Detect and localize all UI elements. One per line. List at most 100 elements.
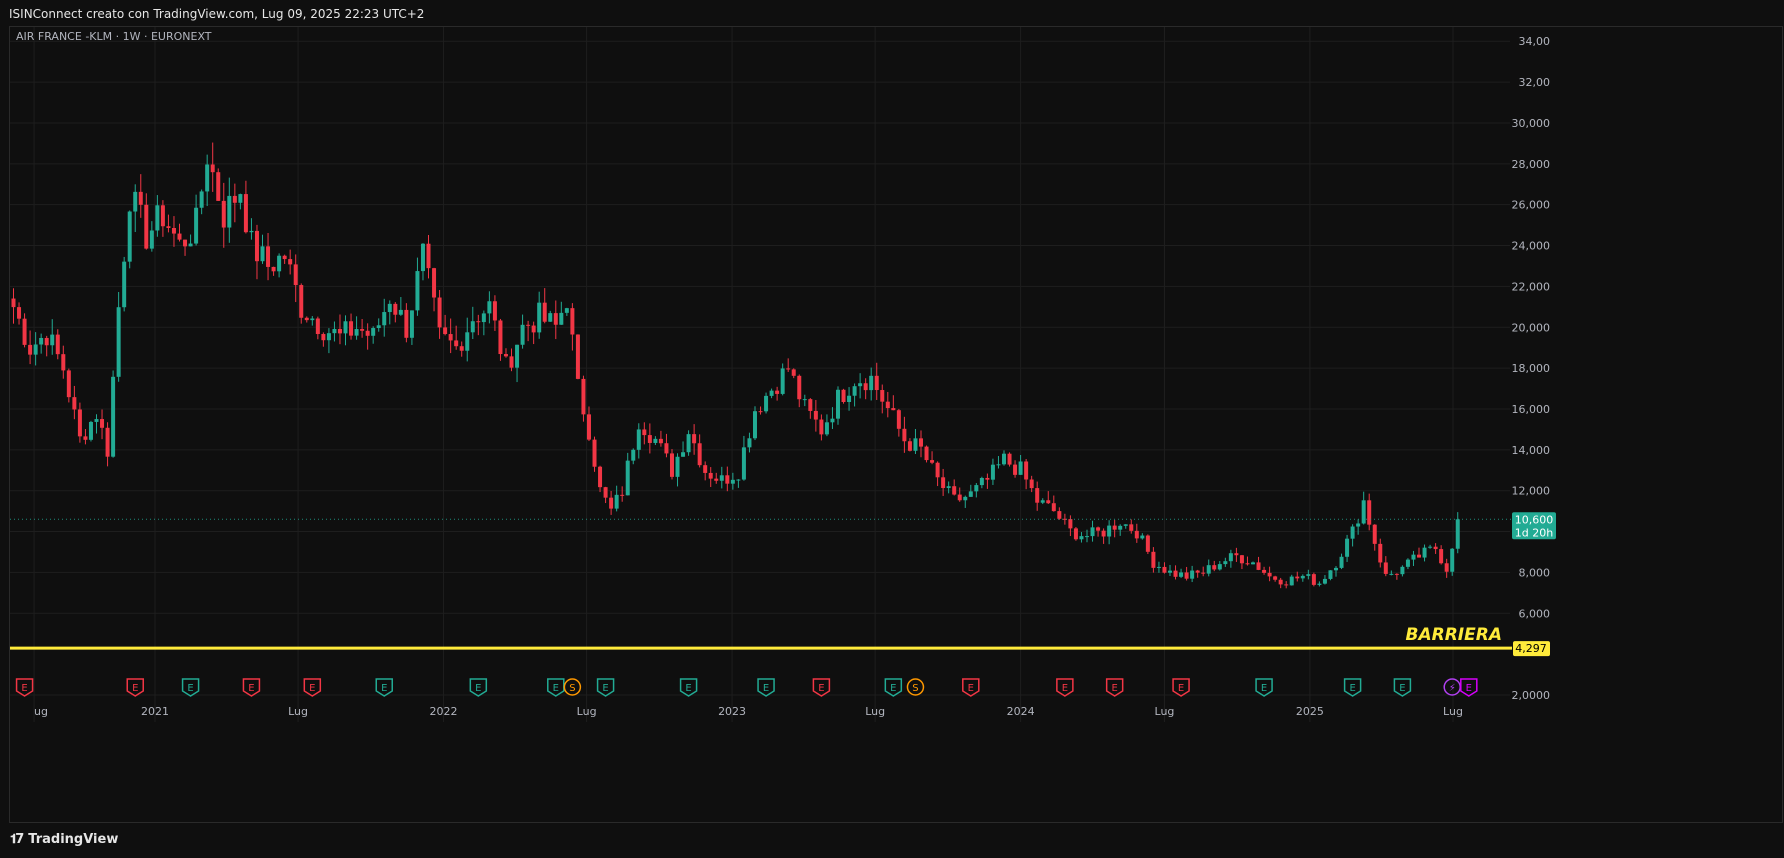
candle-body[interactable]: [802, 399, 807, 401]
candle-body[interactable]: [835, 389, 840, 419]
candle-body[interactable]: [1417, 554, 1422, 558]
candle-body[interactable]: [1433, 546, 1438, 550]
candle-body[interactable]: [1239, 555, 1244, 564]
candle-body[interactable]: [1024, 461, 1029, 480]
candle-body[interactable]: [758, 411, 763, 413]
candle-body[interactable]: [808, 399, 813, 411]
candle-body[interactable]: [232, 195, 237, 203]
candle-body[interactable]: [188, 243, 193, 247]
candle-body[interactable]: [1101, 530, 1106, 537]
candle-body[interactable]: [891, 408, 896, 411]
candle-body[interactable]: [647, 435, 652, 443]
candle-body[interactable]: [1001, 453, 1006, 465]
candle-body[interactable]: [498, 320, 503, 355]
candle-body[interactable]: [874, 375, 879, 391]
candle-body[interactable]: [260, 246, 265, 262]
candle-body[interactable]: [813, 410, 818, 420]
candle-body[interactable]: [393, 303, 398, 315]
candle-body[interactable]: [1411, 554, 1416, 560]
candle-body[interactable]: [1162, 566, 1167, 573]
candle-body[interactable]: [841, 389, 846, 402]
candle-body[interactable]: [72, 397, 77, 410]
candle-body[interactable]: [44, 337, 49, 346]
candle-body[interactable]: [1372, 524, 1377, 544]
candle-body[interactable]: [1439, 549, 1444, 564]
candle-body[interactable]: [1350, 526, 1355, 539]
candle-body[interactable]: [952, 486, 957, 495]
candle-body[interactable]: [492, 301, 497, 321]
candle-body[interactable]: [133, 191, 138, 212]
candle-body[interactable]: [349, 321, 354, 336]
candle-body[interactable]: [1267, 572, 1272, 577]
candle-body[interactable]: [786, 368, 791, 370]
candle-body[interactable]: [149, 230, 154, 249]
candle-body[interactable]: [122, 261, 127, 308]
candle-body[interactable]: [354, 329, 359, 336]
candle-body[interactable]: [1079, 536, 1084, 540]
candle-body[interactable]: [631, 449, 636, 461]
candle-body[interactable]: [548, 313, 553, 322]
candle-body[interactable]: [437, 297, 442, 328]
candle-body[interactable]: [1184, 572, 1189, 579]
candle-body[interactable]: [797, 375, 802, 400]
tradingview-logo[interactable]: 𝟏7 TradingView: [10, 832, 118, 847]
candle-body[interactable]: [1295, 576, 1300, 579]
candle-body[interactable]: [39, 337, 44, 345]
candle-body[interactable]: [858, 383, 863, 387]
candle-body[interactable]: [526, 324, 531, 326]
candle-body[interactable]: [470, 321, 475, 333]
candle-body[interactable]: [183, 239, 188, 247]
candle-body[interactable]: [1029, 479, 1034, 489]
candle-body[interactable]: [1245, 563, 1250, 565]
candle-body[interactable]: [824, 422, 829, 435]
candle-body[interactable]: [1090, 527, 1095, 537]
candle-body[interactable]: [194, 207, 199, 244]
candle-body[interactable]: [614, 494, 619, 509]
candle-body[interactable]: [509, 356, 514, 368]
candle-body[interactable]: [1389, 573, 1394, 575]
candle-body[interactable]: [288, 259, 293, 265]
candle-body[interactable]: [1223, 561, 1228, 565]
candle-body[interactable]: [1068, 519, 1073, 529]
candle-body[interactable]: [160, 205, 165, 227]
candle-body[interactable]: [371, 328, 376, 336]
candle-body[interactable]: [221, 200, 226, 228]
candle-body[interactable]: [1400, 566, 1405, 575]
candle-body[interactable]: [1173, 570, 1178, 577]
candle-body[interactable]: [310, 318, 315, 321]
candle-body[interactable]: [675, 456, 680, 477]
candle-body[interactable]: [249, 230, 254, 233]
candle-body[interactable]: [537, 302, 542, 333]
candle-body[interactable]: [376, 325, 381, 329]
candle-body[interactable]: [83, 436, 88, 440]
candle-body[interactable]: [1046, 500, 1051, 504]
candle-body[interactable]: [1134, 530, 1139, 539]
candle-body[interactable]: [603, 487, 608, 498]
candle-body[interactable]: [100, 419, 105, 428]
candle-body[interactable]: [775, 390, 780, 394]
candle-body[interactable]: [885, 401, 890, 409]
candle-body[interactable]: [559, 312, 564, 325]
candle-body[interactable]: [620, 494, 625, 496]
candle-body[interactable]: [326, 333, 331, 341]
candle-body[interactable]: [913, 438, 918, 451]
candle-body[interactable]: [1179, 572, 1184, 577]
candle-body[interactable]: [1334, 567, 1339, 571]
candle-body[interactable]: [1256, 562, 1261, 570]
candle-body[interactable]: [741, 447, 746, 480]
candle-body[interactable]: [1383, 562, 1388, 574]
candle-body[interactable]: [1345, 538, 1350, 557]
candle-body[interactable]: [531, 325, 536, 333]
candle-body[interactable]: [902, 428, 907, 442]
candle-body[interactable]: [1057, 511, 1062, 519]
candle-body[interactable]: [963, 496, 968, 501]
candle-body[interactable]: [896, 410, 901, 429]
candle-body[interactable]: [111, 376, 116, 457]
candle-body[interactable]: [1212, 565, 1217, 570]
candle-body[interactable]: [570, 308, 575, 335]
candle-body[interactable]: [271, 266, 276, 272]
candle-body[interactable]: [669, 453, 674, 477]
candle-body[interactable]: [764, 395, 769, 412]
candle-body[interactable]: [930, 460, 935, 463]
candle-body[interactable]: [254, 230, 259, 262]
